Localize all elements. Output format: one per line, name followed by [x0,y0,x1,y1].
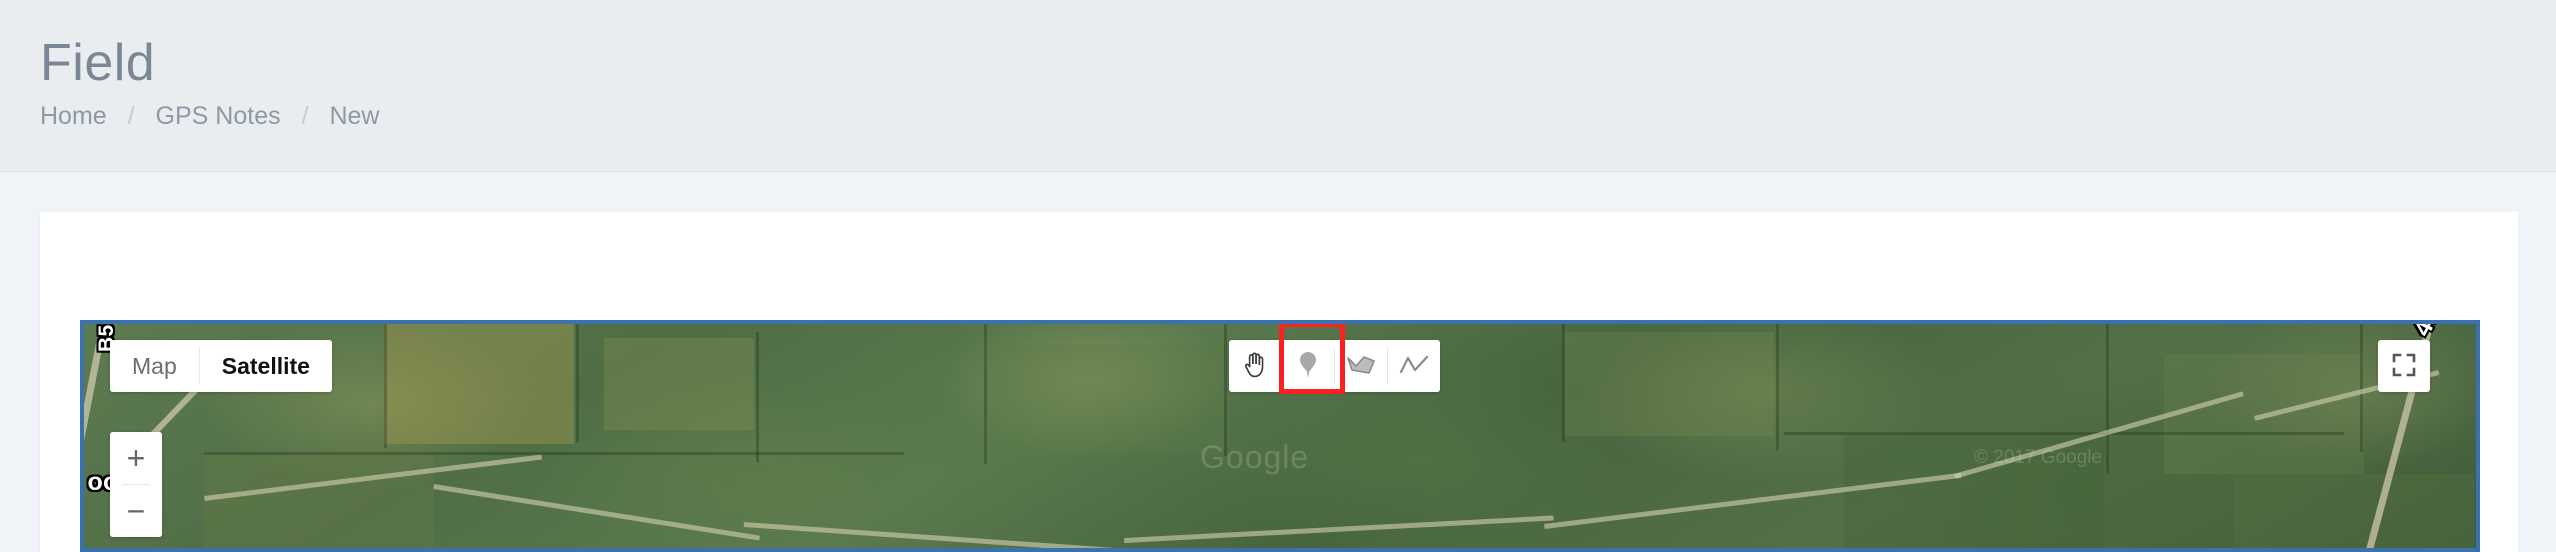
map-container[interactable]: Sadler R J T B5476 49 a ook Google © 201… [80,320,2480,552]
polygon-icon [1346,353,1376,380]
map-canvas[interactable]: Sadler R J T B5476 49 a ook Google © 201… [84,324,2476,548]
map-hedgerow [2360,324,2363,452]
map-type-button-map[interactable]: Map [110,340,199,392]
map-road [1124,515,1554,543]
map-parcel [1844,434,2104,548]
map-hedgerow [204,452,904,455]
map-road [1954,391,2244,479]
form-card: Sadler R J T B5476 49 a ook Google © 201… [40,212,2518,552]
map-hedgerow [984,324,987,464]
map-hedgerow [2106,324,2109,474]
fullscreen-icon [2390,351,2418,382]
breadcrumb-separator: / [127,102,135,130]
map-parcel [2234,474,2474,548]
breadcrumb-separator: / [301,102,309,130]
google-watermark: Google [1200,439,1310,475]
zoom-control[interactable]: + − [110,432,162,537]
breadcrumb-item-new: New [329,102,380,130]
map-type-button-satellite[interactable]: Satellite [199,340,332,392]
draw-tool-pan-button[interactable] [1229,340,1281,392]
zoom-out-button[interactable]: − [110,485,162,537]
map-hedgerow [1562,324,1565,442]
breadcrumb: Home / GPS Notes / New [40,101,379,131]
map-hedgerow [384,324,387,448]
breadcrumb-item-gps-notes[interactable]: GPS Notes [156,102,281,130]
map-hedgerow [756,332,759,462]
page-header: Field Home / GPS Notes / New [0,0,2556,172]
map-road [204,454,543,501]
map-hedgerow [576,324,579,442]
map-parcel [204,454,434,548]
map-hedgerow [1224,324,1227,456]
hand-icon [1242,351,1268,382]
map-road [433,484,760,541]
draw-tool-polyline-button[interactable] [1388,340,1440,392]
map-type-control[interactable]: Map Satellite [110,340,332,392]
map-hedgerow [1776,324,1779,450]
map-attribution: © 2017 Google [1974,447,2103,468]
fullscreen-button[interactable] [2378,340,2430,392]
map-marker-icon [1296,350,1320,383]
content-area: Sadler R J T B5476 49 a ook Google © 201… [0,173,2556,552]
draw-tool-marker-button[interactable] [1282,340,1334,392]
page-title: Field [40,34,156,92]
map-road [1544,472,1962,529]
polyline-icon [1399,354,1429,379]
draw-tool-polygon-button[interactable] [1335,340,1387,392]
map-parcel [984,344,1224,454]
map-parcel [2164,354,2364,474]
drawing-toolbar[interactable] [1229,340,1440,392]
map-hedgerow [1784,432,2344,435]
map-parcel [384,324,574,444]
road-label-49: 49 [2408,324,2447,341]
zoom-in-button[interactable]: + [110,432,162,484]
map-parcel [604,338,754,430]
breadcrumb-item-home[interactable]: Home [40,102,107,130]
map-parcel [1564,332,1774,436]
